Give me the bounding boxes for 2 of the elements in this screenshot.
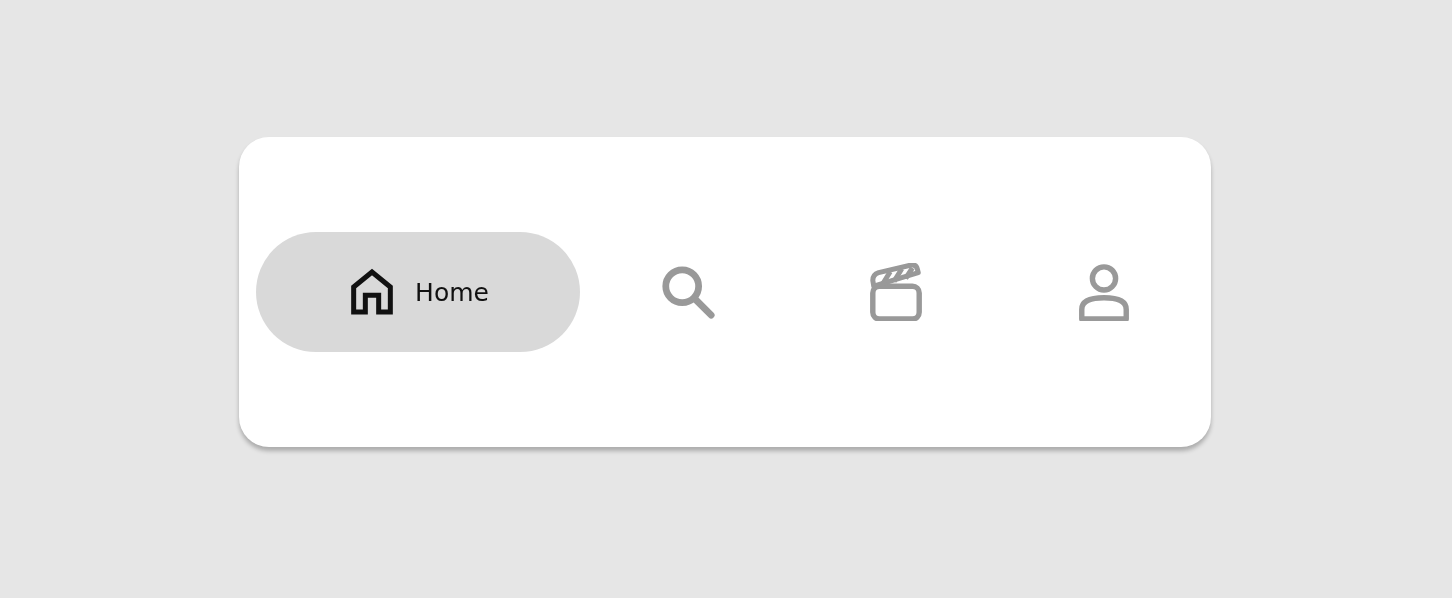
nav-tab[interactable]: Home (256, 232, 580, 352)
clapper-icon (867, 263, 925, 321)
